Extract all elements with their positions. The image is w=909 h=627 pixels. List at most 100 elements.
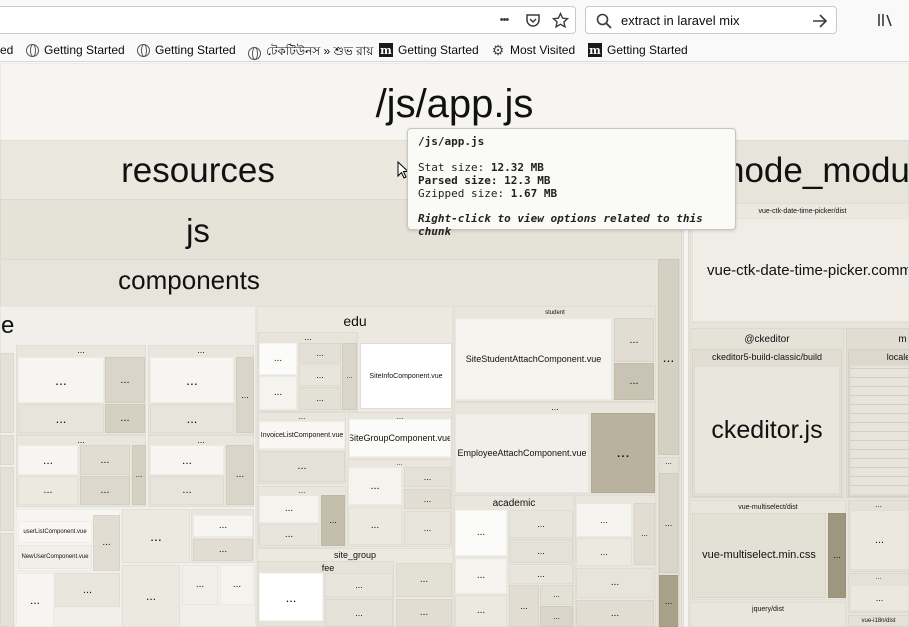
module-block[interactable]: ... — [659, 473, 678, 573]
bookmark-star-icon[interactable] — [550, 10, 570, 30]
module-block[interactable]: ... — [18, 476, 78, 505]
bookmark-item[interactable]: m Getting Started — [379, 43, 479, 57]
module-block[interactable]: ... — [540, 585, 573, 605]
module-block[interactable]: ... — [658, 259, 679, 455]
module-block[interactable]: ... — [850, 510, 909, 570]
module-block[interactable]: ... — [509, 564, 573, 584]
module-block[interactable]: ... — [259, 573, 323, 621]
module-block[interactable]: ... — [132, 445, 146, 505]
search-go-arrow-icon[interactable] — [810, 11, 830, 31]
module-block[interactable]: ... — [18, 357, 104, 403]
module-block[interactable] — [0, 533, 14, 627]
module-block[interactable]: ... — [150, 445, 224, 475]
module-block[interactable]: ... — [659, 575, 678, 627]
module-block[interactable]: ... — [18, 404, 104, 433]
module-block[interactable]: ... — [299, 364, 341, 386]
module-block[interactable]: ... — [396, 599, 452, 627]
module-block[interactable]: ... — [325, 573, 393, 597]
module-block[interactable]: ... — [259, 495, 319, 523]
module-block[interactable]: ... — [259, 524, 319, 546]
module-block[interactable]: ... — [259, 376, 297, 410]
module-block[interactable]: ... — [404, 511, 451, 545]
module-block[interactable]: ... — [396, 563, 452, 597]
pocket-icon[interactable] — [523, 10, 543, 30]
page-actions-icon[interactable]: ••• — [494, 10, 514, 30]
module-block[interactable]: ... — [259, 343, 297, 375]
module-block[interactable]: ... — [509, 510, 573, 538]
module-block[interactable]: ... — [299, 387, 341, 410]
module-user-list[interactable]: userListComponent.vue — [18, 521, 92, 543]
module-new-user[interactable]: NewUserComponent.vue — [18, 545, 92, 569]
module-block[interactable]: ... — [105, 357, 145, 403]
module-block[interactable]: ... — [325, 599, 393, 627]
module-block[interactable]: ... — [404, 467, 451, 487]
module-block[interactable]: ... — [591, 413, 655, 493]
module-block[interactable]: ... — [614, 318, 654, 362]
module-site-group[interactable]: SiteGroupComponent.vue — [349, 419, 451, 457]
url-bar[interactable] — [0, 6, 576, 34]
module-block[interactable] — [0, 353, 14, 433]
module-block[interactable]: ... — [828, 513, 846, 598]
module-block[interactable]: ... — [576, 538, 632, 566]
folder-vue-i18n[interactable]: vue-i18n/dist — [848, 615, 909, 627]
module-block[interactable]: ... — [226, 445, 254, 505]
folder-jquery[interactable]: jquery/dist — [690, 602, 846, 627]
bookmark-item[interactable]: Getting Started — [25, 43, 125, 57]
module-vue-multiselect-css[interactable]: vue-multiselect.min.css — [692, 513, 826, 598]
module-block[interactable]: ... — [348, 507, 402, 545]
module-block[interactable]: ... — [348, 467, 402, 505]
module-block[interactable]: ... — [321, 495, 345, 546]
module-block[interactable]: ... — [850, 585, 909, 611]
module-block[interactable]: ... — [634, 503, 655, 565]
module-block[interactable]: ... — [80, 445, 130, 475]
module-block[interactable] — [0, 435, 14, 465]
module-block[interactable]: ... — [509, 539, 573, 563]
search-input[interactable]: extract in laravel mix — [621, 13, 739, 28]
module-block[interactable]: ... — [193, 539, 253, 561]
module-site-student[interactable]: SiteStudentAttachComponent.vue — [455, 318, 612, 400]
module-block[interactable]: ... — [18, 445, 78, 475]
search-bar[interactable]: extract in laravel mix — [585, 6, 837, 34]
module-invoice-list[interactable]: InvoiceListComponent.vue — [259, 421, 345, 449]
module-block[interactable]: ... — [455, 558, 507, 594]
bookmark-item[interactable]: ed — [0, 43, 13, 57]
module-block[interactable]: ... — [105, 404, 145, 433]
module-block[interactable]: ... — [455, 595, 507, 627]
module-site-info[interactable]: SiteInfoComponent.vue — [360, 343, 452, 409]
module-block[interactable]: ... — [509, 585, 539, 627]
module-block[interactable]: ... — [150, 404, 234, 433]
bookmark-item[interactable]: m Getting Started — [588, 43, 688, 57]
module-ckeditor[interactable]: ckeditor.js — [694, 366, 840, 494]
locale-files-grid[interactable] — [850, 365, 909, 495]
module-block[interactable]: ... — [93, 515, 120, 571]
bookmark-item[interactable]: টেকটিউনস » শুভ রায় — [247, 43, 373, 63]
module-block[interactable]: ... — [614, 363, 654, 400]
module-block[interactable]: ... — [455, 510, 507, 556]
module-block[interactable]: ... — [220, 565, 254, 605]
module-block[interactable]: ... — [236, 357, 254, 433]
module-block[interactable]: ... — [299, 343, 341, 363]
bookmark-item[interactable]: ⚙ Most Visited — [491, 42, 575, 58]
module-block[interactable]: ... — [55, 573, 120, 607]
bookmark-item[interactable]: Getting Started — [136, 43, 236, 57]
module-block[interactable] — [0, 467, 14, 531]
module-block[interactable]: ... — [193, 515, 253, 537]
module-block[interactable]: ... — [150, 476, 224, 505]
module-block[interactable]: ... — [576, 503, 632, 537]
module-block[interactable]: ... — [80, 476, 130, 505]
module-block[interactable]: ... — [259, 451, 345, 482]
module-block[interactable]: ... — [182, 565, 218, 605]
module-block[interactable]: ... — [122, 509, 190, 563]
module-employee-attach[interactable]: EmployeeAttachComponent.vue — [455, 413, 589, 493]
module-block[interactable]: ... — [122, 565, 180, 627]
module-label: ... — [396, 460, 403, 467]
module-block[interactable]: ... — [150, 357, 234, 403]
module-block[interactable]: ... — [16, 573, 54, 627]
module-block[interactable]: ... — [404, 489, 451, 509]
module-block[interactable]: ... — [576, 568, 654, 598]
module-block[interactable]: ... — [576, 600, 654, 627]
library-icon[interactable] — [876, 10, 896, 30]
module-block[interactable]: ... — [540, 606, 573, 627]
module-block[interactable]: ... — [342, 343, 357, 410]
module-label: ... — [42, 453, 53, 467]
